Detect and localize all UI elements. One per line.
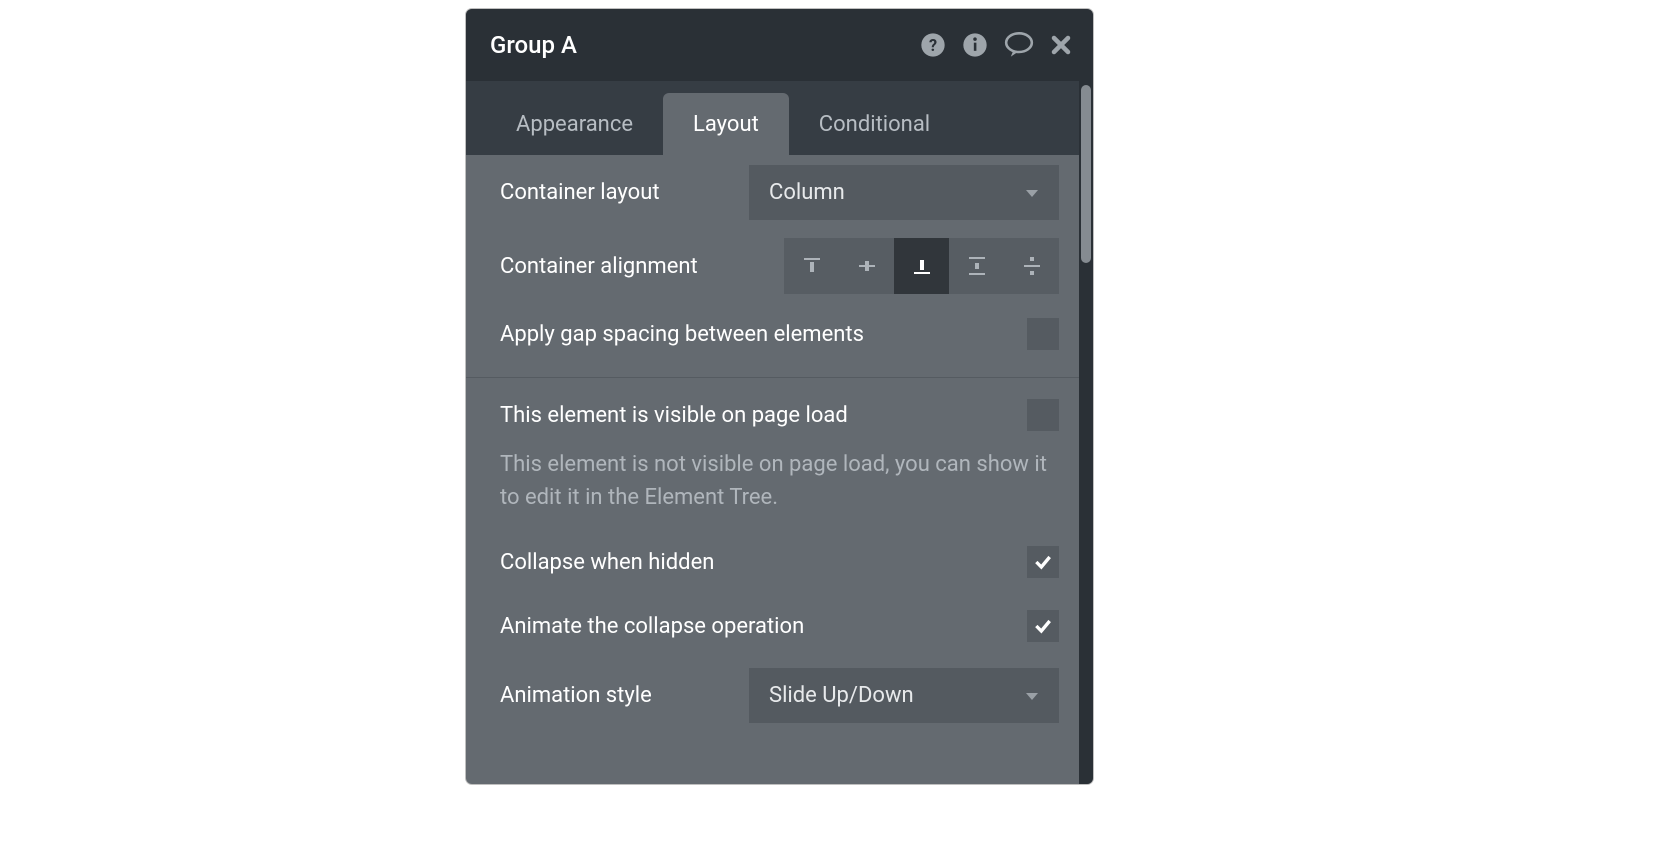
animation-style-value: Slide Up/Down bbox=[769, 683, 914, 708]
row-collapse-hidden: Collapse when hidden bbox=[500, 530, 1059, 594]
animation-style-select[interactable]: Slide Up/Down bbox=[749, 668, 1059, 723]
container-layout-value: Column bbox=[769, 180, 845, 205]
row-container-layout: Container layout Column bbox=[500, 155, 1059, 229]
align-space-between-button[interactable] bbox=[949, 238, 1004, 294]
row-animation-style: Animation style Slide Up/Down bbox=[500, 658, 1059, 732]
panel-title: Group A bbox=[490, 31, 919, 59]
gap-spacing-label: Apply gap spacing between elements bbox=[500, 322, 1027, 347]
collapse-hidden-checkbox[interactable] bbox=[1027, 546, 1059, 578]
svg-text:?: ? bbox=[929, 36, 937, 55]
align-middle-button[interactable] bbox=[839, 238, 894, 294]
align-top-button[interactable] bbox=[784, 238, 839, 294]
panel-body: Container layout Column Container alignm… bbox=[466, 155, 1093, 732]
visibility-helper-text: This element is not visible on page load… bbox=[500, 448, 1059, 530]
section-visibility: This element is visible on page load Thi… bbox=[466, 378, 1093, 732]
property-editor-panel: Group A ? Appearance Layout Conditional … bbox=[466, 9, 1093, 784]
row-gap-spacing: Apply gap spacing between elements bbox=[500, 303, 1059, 377]
visible-on-load-label: This element is visible on page load bbox=[500, 403, 1027, 428]
row-container-alignment: Container alignment bbox=[500, 229, 1059, 303]
tab-layout[interactable]: Layout bbox=[663, 93, 789, 155]
align-space-around-button[interactable] bbox=[1004, 238, 1059, 294]
visible-on-load-checkbox[interactable] bbox=[1027, 399, 1059, 431]
section-container: Container layout Column Container alignm… bbox=[466, 155, 1093, 378]
comment-icon[interactable] bbox=[1003, 31, 1035, 59]
info-icon[interactable] bbox=[961, 31, 989, 59]
collapse-hidden-label: Collapse when hidden bbox=[500, 550, 1027, 575]
container-layout-select[interactable]: Column bbox=[749, 165, 1059, 220]
caret-down-icon bbox=[1025, 180, 1039, 205]
scrollbar-track[interactable] bbox=[1079, 81, 1093, 784]
container-alignment-label: Container alignment bbox=[500, 254, 784, 279]
header-icons: ? bbox=[919, 31, 1073, 59]
scrollbar-thumb[interactable] bbox=[1081, 85, 1091, 263]
alignment-button-group bbox=[784, 238, 1059, 294]
tab-conditional[interactable]: Conditional bbox=[789, 93, 960, 155]
tab-appearance[interactable]: Appearance bbox=[486, 93, 663, 155]
help-icon[interactable]: ? bbox=[919, 31, 947, 59]
align-bottom-button[interactable] bbox=[894, 238, 949, 294]
animate-collapse-checkbox[interactable] bbox=[1027, 610, 1059, 642]
caret-down-icon bbox=[1025, 683, 1039, 708]
gap-spacing-checkbox[interactable] bbox=[1027, 318, 1059, 350]
row-visible-on-load: This element is visible on page load bbox=[500, 378, 1059, 452]
tabs: Appearance Layout Conditional bbox=[466, 81, 1093, 155]
row-animate-collapse: Animate the collapse operation bbox=[500, 594, 1059, 658]
panel-header: Group A ? bbox=[466, 9, 1093, 81]
container-layout-label: Container layout bbox=[500, 180, 749, 205]
close-icon[interactable] bbox=[1049, 33, 1073, 57]
animate-collapse-label: Animate the collapse operation bbox=[500, 614, 1027, 639]
animation-style-label: Animation style bbox=[500, 683, 749, 708]
